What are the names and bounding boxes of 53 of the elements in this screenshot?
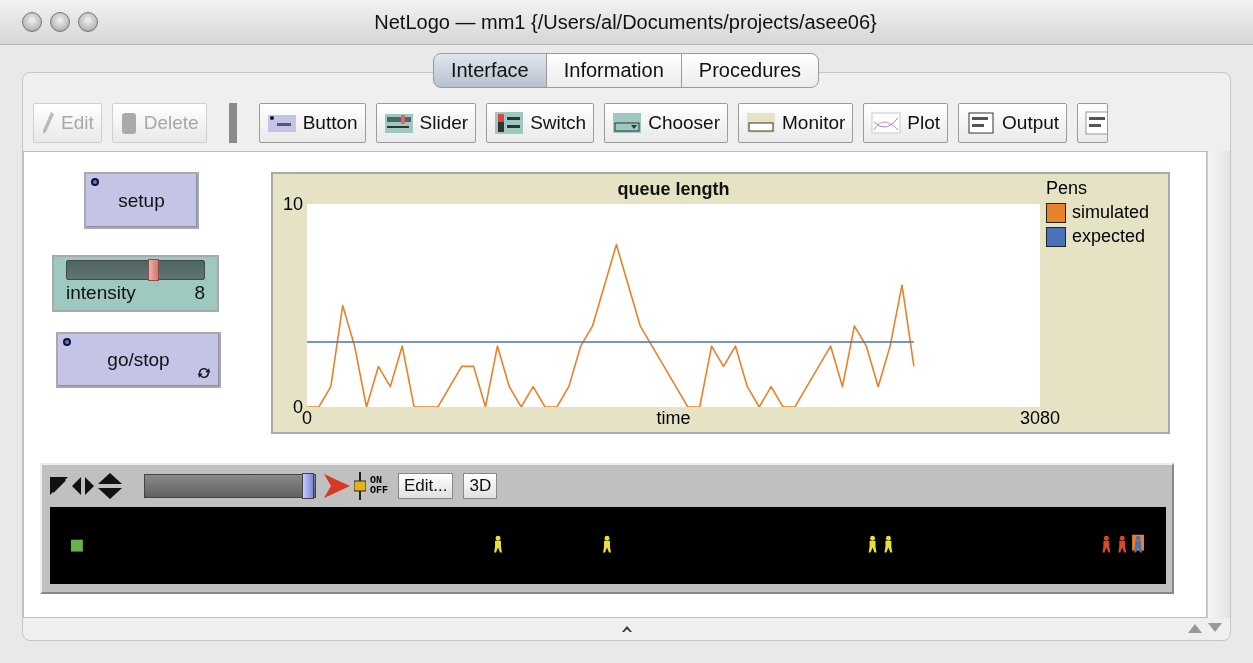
slider-tool-button[interactable]: Slider bbox=[375, 103, 477, 143]
x-tick-label: 3080 bbox=[1020, 407, 1060, 429]
window-control[interactable] bbox=[22, 12, 42, 32]
update-switch-icon[interactable] bbox=[354, 471, 366, 500]
window-title: NetLogo — mm1 {/Users/al/Documents/projects/asee06} bbox=[373, 10, 878, 34]
speed-slider-thumb[interactable] bbox=[301, 472, 314, 499]
legend-label: expected bbox=[1072, 226, 1146, 247]
horizontal-arrows-icon[interactable] bbox=[72, 475, 94, 496]
observer-icon bbox=[90, 177, 100, 187]
tab[interactable]: Information bbox=[545, 53, 682, 88]
view-button[interactable]: 3D bbox=[463, 472, 498, 499]
plot-title: queue length bbox=[616, 178, 731, 200]
x-tick-label: 0 bbox=[302, 408, 312, 429]
slider-thumb[interactable] bbox=[148, 259, 160, 281]
forever-icon bbox=[197, 366, 211, 380]
run-button[interactable]: setup bbox=[84, 172, 199, 229]
vertical-arrows-icon[interactable] bbox=[98, 472, 122, 499]
legend-label: simulated bbox=[1072, 202, 1150, 223]
y-tick-label: 0 bbox=[293, 397, 303, 417]
caret-icon[interactable] bbox=[621, 625, 632, 633]
window-control[interactable] bbox=[78, 12, 98, 32]
observer-icon bbox=[62, 337, 72, 347]
run-button[interactable]: go/stop bbox=[56, 332, 221, 388]
window-control[interactable] bbox=[50, 12, 70, 32]
y-tick-label: 10 bbox=[282, 194, 303, 214]
button-tool-button[interactable]: Button bbox=[258, 103, 366, 143]
output-widget-icon bbox=[966, 110, 997, 136]
legend-title: Pens bbox=[1046, 178, 1089, 199]
on-label: ON bbox=[370, 475, 383, 486]
slider-value: 8 bbox=[194, 282, 205, 304]
output-tool-button[interactable]: Output bbox=[958, 103, 1068, 143]
slider-label: intensity bbox=[66, 282, 136, 304]
tab[interactable]: Procedures bbox=[680, 53, 820, 88]
view-button[interactable]: Edit... bbox=[398, 472, 454, 499]
arrow-icon bbox=[324, 473, 350, 498]
scrollbar[interactable] bbox=[1207, 151, 1230, 618]
trash-icon bbox=[119, 110, 138, 136]
switch-tool-button[interactable]: Switch bbox=[486, 103, 595, 143]
chooser-tool-button[interactable]: Chooser bbox=[604, 103, 728, 143]
monitor-tool-button[interactable]: Monitor bbox=[738, 103, 854, 143]
plot-tool-button[interactable]: Plot bbox=[863, 103, 949, 143]
plot-widget-icon bbox=[871, 110, 902, 136]
switch-widget-icon bbox=[494, 110, 525, 136]
toolbar-separator bbox=[228, 103, 237, 143]
tab[interactable]: Interface bbox=[432, 53, 547, 88]
pencil-icon bbox=[41, 110, 55, 136]
monitor-widget-icon bbox=[746, 110, 776, 136]
x-axis-label: time bbox=[656, 407, 691, 429]
note-widget-icon bbox=[1085, 110, 1108, 136]
off-label: OFF bbox=[370, 485, 388, 496]
slider-widget[interactable]: intensity 8 bbox=[52, 255, 219, 312]
chooser-widget-icon bbox=[612, 110, 643, 136]
note-tool-button[interactable] bbox=[1077, 103, 1109, 143]
